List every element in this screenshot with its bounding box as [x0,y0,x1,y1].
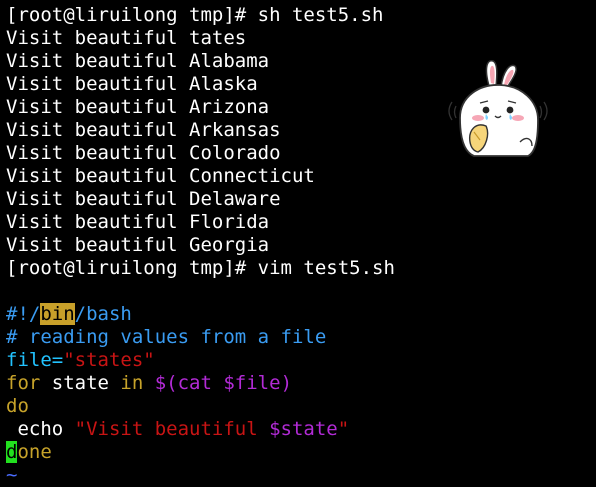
empty-buffer-tilde: ~ [6,464,18,486]
editor-line-do[interactable]: do [6,395,592,418]
editor-line-done[interactable]: done [6,441,592,464]
in-keyword: in [120,372,144,394]
editor-line-for[interactable]: for state in $(cat $file) [6,372,592,395]
search-highlight: bin [40,303,75,325]
editor-line-comment[interactable]: # reading values from a file [6,326,592,349]
output-line: Visit beautiful tates [6,27,247,49]
command-line: [root@liruilong tmp]# sh test5.sh [6,4,384,26]
echo-string-open: "Visit beautiful [74,418,270,440]
output-line: Visit beautiful Georgia [6,234,270,256]
assign-variable: file= [6,349,64,371]
output-line: Visit beautiful Connecticut [6,165,315,187]
command-substitution: $(cat $file) [143,372,293,394]
shebang-prefix: #!/ [6,303,41,325]
output-line: Visit beautiful Florida [6,211,270,233]
for-keyword: for [6,372,41,394]
done-keyword-rest: one [17,441,52,463]
output-line: Visit beautiful Delaware [6,188,281,210]
text-cursor: d [6,441,18,463]
for-variable: state [40,372,121,394]
editor-line-shebang[interactable]: #!/bin/bash [6,303,592,326]
assign-string: "states" [63,349,155,371]
echo-command: echo [6,418,75,440]
crying-bunny-sticker [448,60,548,157]
echo-string-close: " [337,418,350,440]
echo-string-variable: $state [269,418,338,440]
editor-line-assign[interactable]: file="states" [6,349,592,372]
editor-line-echo[interactable]: echo "Visit beautiful $state" [6,418,592,441]
shebang-suffix: /bash [74,303,132,325]
command-line: [root@liruilong tmp]# vim test5.sh [6,257,395,279]
